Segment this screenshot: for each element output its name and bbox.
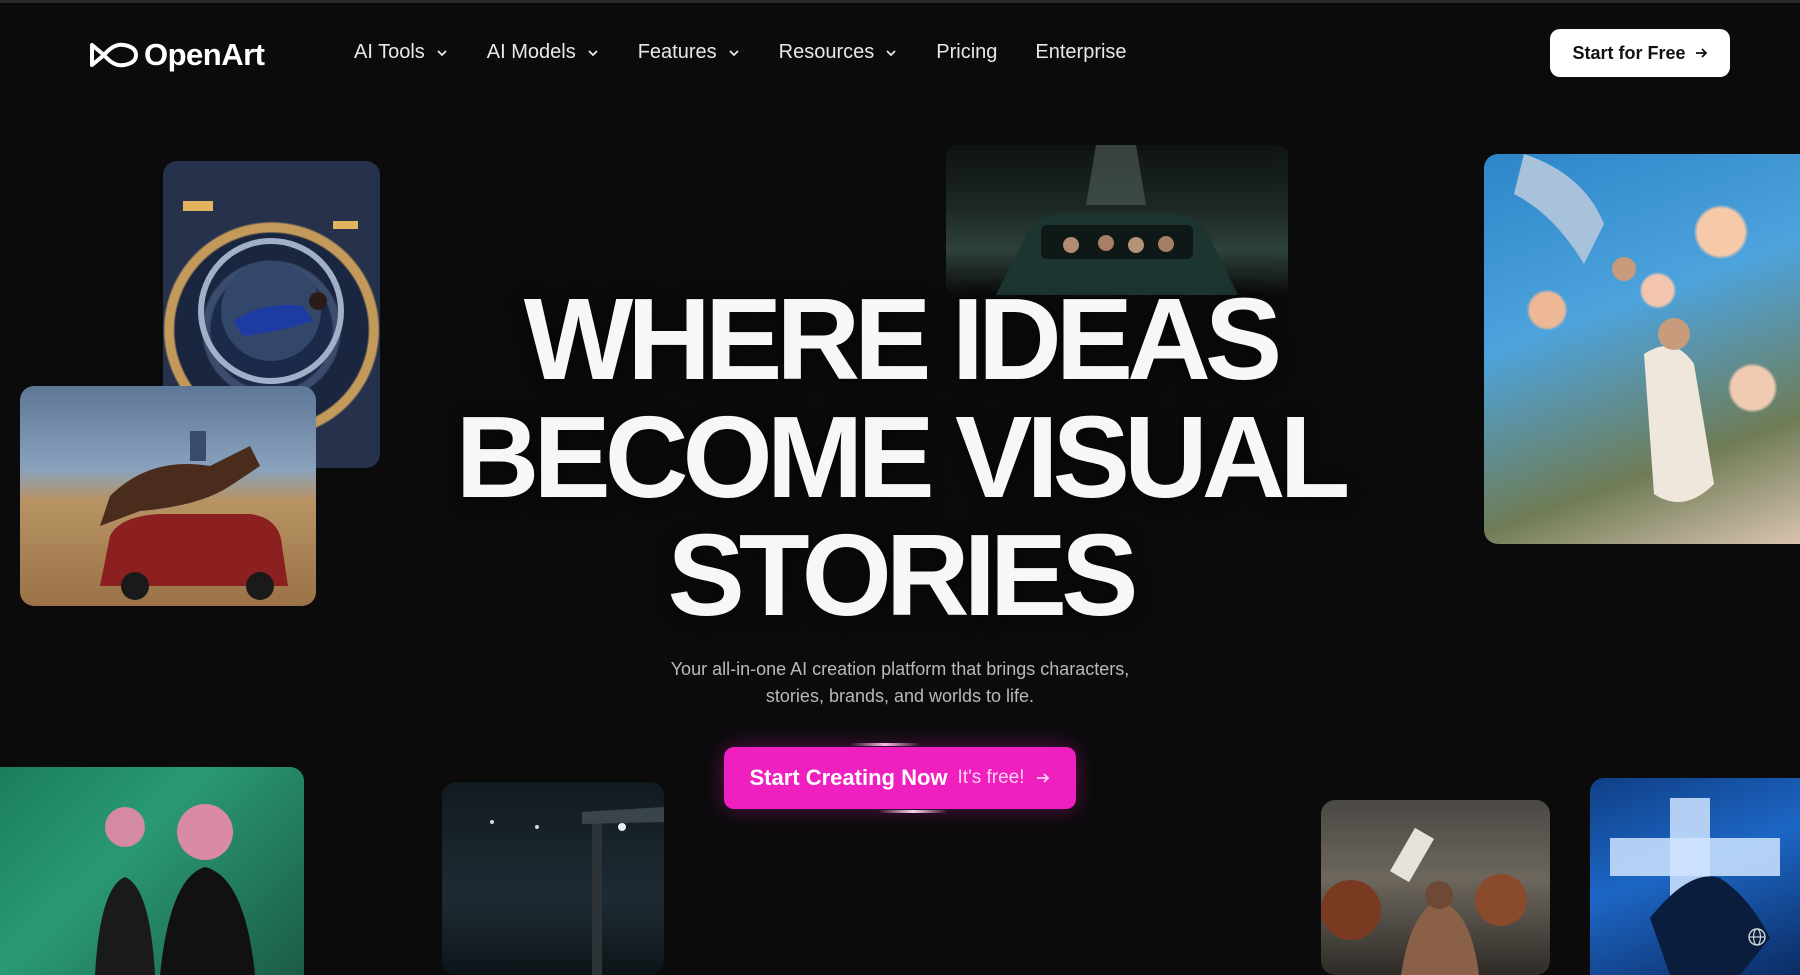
nav-item-label: AI Models [486,41,576,63]
start-creating-label: Start Creating Now [749,765,948,790]
flowers-woman-image [1514,154,1714,502]
button-glow-bottom [878,810,948,813]
car-road-image [996,145,1238,295]
hero-subtitle-line-2: stories, brands, and worlds to life. [765,686,1035,706]
nav-item-resources[interactable]: Resources [779,41,899,64]
brand-name: OpenArt [144,37,265,72]
media-tile-night-street[interactable] [442,782,664,975]
nav-item-features[interactable]: Features [638,41,741,64]
nav-item-ai-models[interactable]: AI Models [487,41,600,64]
light-cross-image [1610,798,1780,975]
arrow-right-icon [1036,773,1049,783]
pink-hair-man-image [95,804,255,975]
media-tile-flowers-woman[interactable] [1484,154,1800,544]
start-creating-now-button[interactable]: Start Creating Now It's free! [724,747,1076,809]
horse-jumping-car-image [100,431,288,600]
arrow-right-icon [1695,48,1707,58]
nav-item-label: Pricing [936,41,998,63]
top-navigation: OpenArt AI Tools AI Models Features Reso… [0,3,1800,103]
media-tile-basketball[interactable] [1321,800,1550,975]
chevron-down-icon [886,49,896,56]
nav-menu: AI Tools AI Models Features Resources Pr… [354,41,1127,64]
basketball-image [1321,827,1527,975]
hero-subtitle-line-1: Your all-in-one AI creation platform tha… [670,659,1130,679]
chevron-down-icon [588,49,598,56]
nav-item-label: Features [637,41,717,63]
chevron-down-icon [437,49,447,56]
nav-item-label: AI Tools [354,41,425,63]
hero-subtitle: Your all-in-one AI creation platform tha… [600,656,1200,710]
button-glow-top [850,743,920,746]
start-for-free-label: Start for Free [1572,42,1686,63]
nav-item-label: Resources [778,41,875,63]
media-tile-pink-hair[interactable] [0,767,304,975]
hero-title-line-1: WHERE IDEAS [523,274,1283,404]
night-street-image [490,807,664,975]
brand-logo[interactable]: OpenArt [88,36,265,74]
nav-item-pricing[interactable]: Pricing [936,41,997,64]
globe-icon[interactable] [1746,926,1768,948]
chevron-down-icon [729,49,739,56]
hero-title: WHERE IDEAS BECOME VISUAL STORIES [300,280,1500,634]
start-for-free-button[interactable]: Start for Free [1550,29,1730,77]
hero-title-line-2: BECOME VISUAL [455,392,1351,522]
media-tile-light-cross[interactable] [1590,778,1800,975]
media-tile-car-road[interactable] [946,145,1288,295]
hero-title-line-3: STORIES [667,510,1138,640]
nav-item-enterprise[interactable]: Enterprise [1035,41,1126,64]
landing-page: OpenArt AI Tools AI Models Features Reso… [0,0,1800,975]
its-free-label: It's free! [957,767,1025,788]
nav-item-ai-tools[interactable]: AI Tools [354,41,449,64]
media-tile-horse-car[interactable] [20,386,316,606]
infinity-logo-icon [90,42,139,68]
nav-item-label: Enterprise [1035,41,1127,63]
